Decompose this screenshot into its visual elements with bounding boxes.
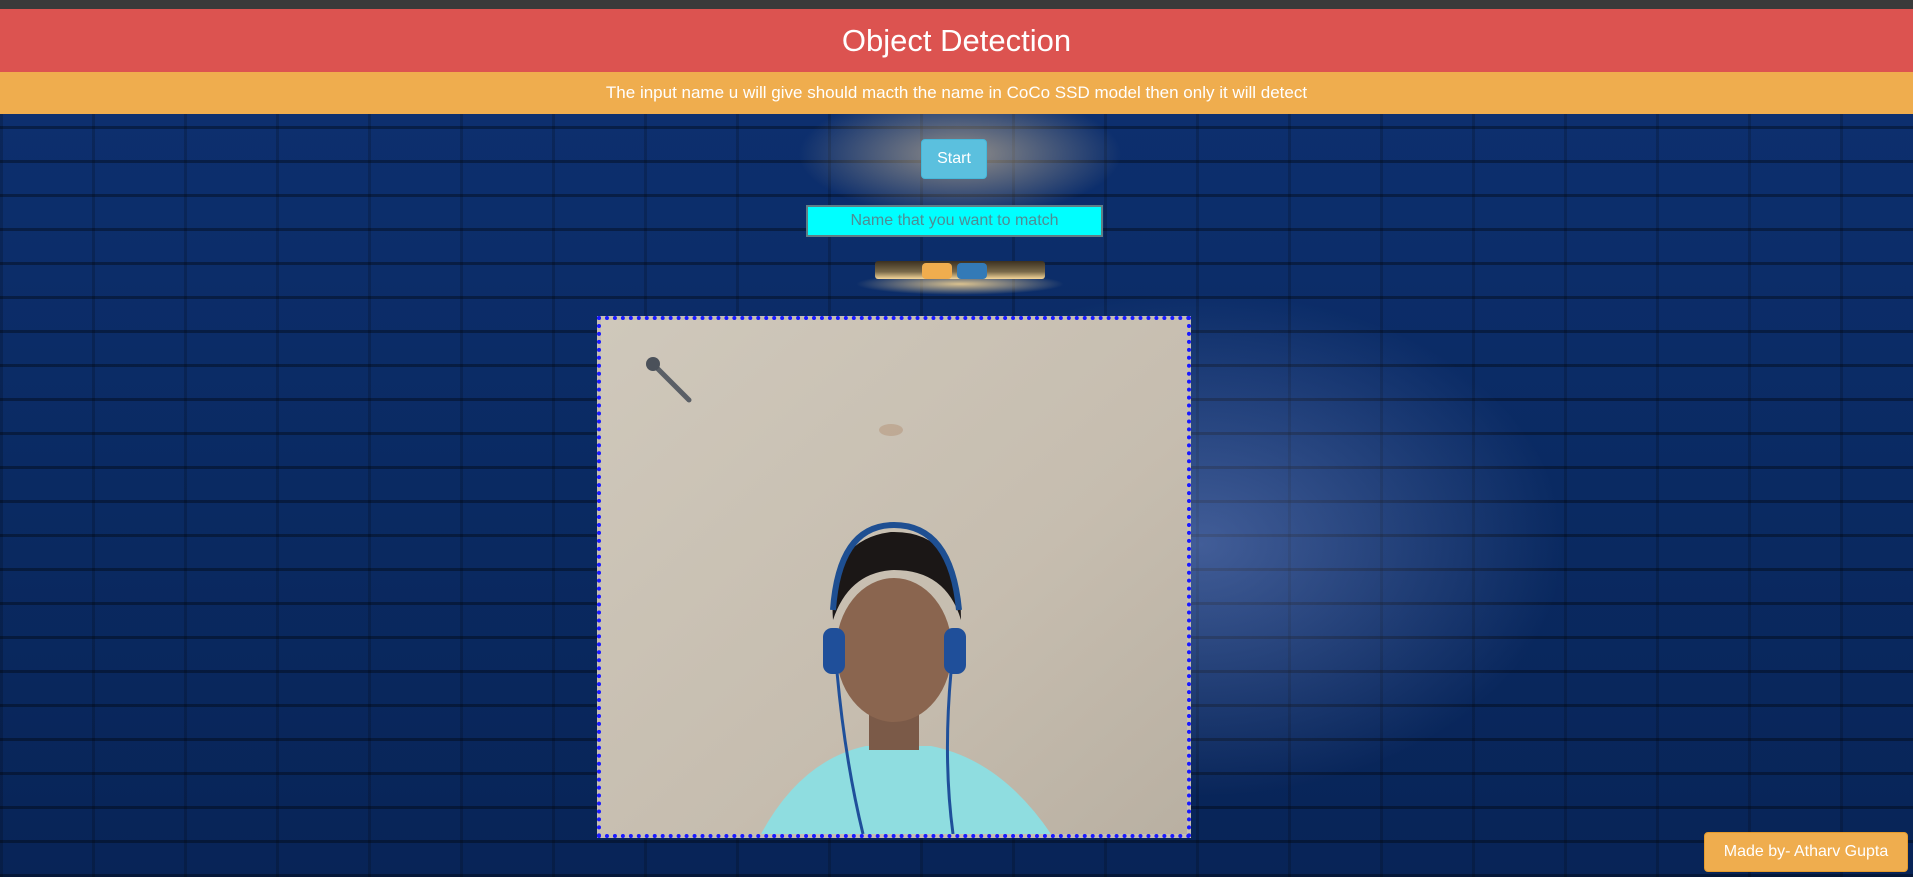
- object-name-input[interactable]: [806, 205, 1103, 237]
- info-text: The input name u will give should macth …: [605, 83, 1308, 102]
- webcam-feed: [601, 320, 1187, 834]
- page-title: Object Detection: [841, 22, 1072, 58]
- headphones-left-cup: [823, 628, 845, 674]
- webcam-video-frame: [597, 316, 1191, 838]
- info-banner: The input name u will give should macth …: [0, 72, 1913, 114]
- wall-hook-head: [646, 357, 660, 371]
- window-top-strip: [0, 0, 1913, 9]
- person-face: [836, 578, 952, 722]
- orange-small-button[interactable]: [922, 263, 952, 279]
- author-credit-text: Made by- Atharv Gupta: [1723, 843, 1889, 860]
- author-credit-badge: Made by- Atharv Gupta: [1704, 832, 1908, 872]
- page-header: Object Detection: [0, 9, 1913, 72]
- wall-stain: [879, 424, 903, 436]
- start-button[interactable]: Start: [921, 139, 987, 179]
- blue-small-button[interactable]: [957, 263, 987, 279]
- headphones-right-cup: [944, 628, 966, 674]
